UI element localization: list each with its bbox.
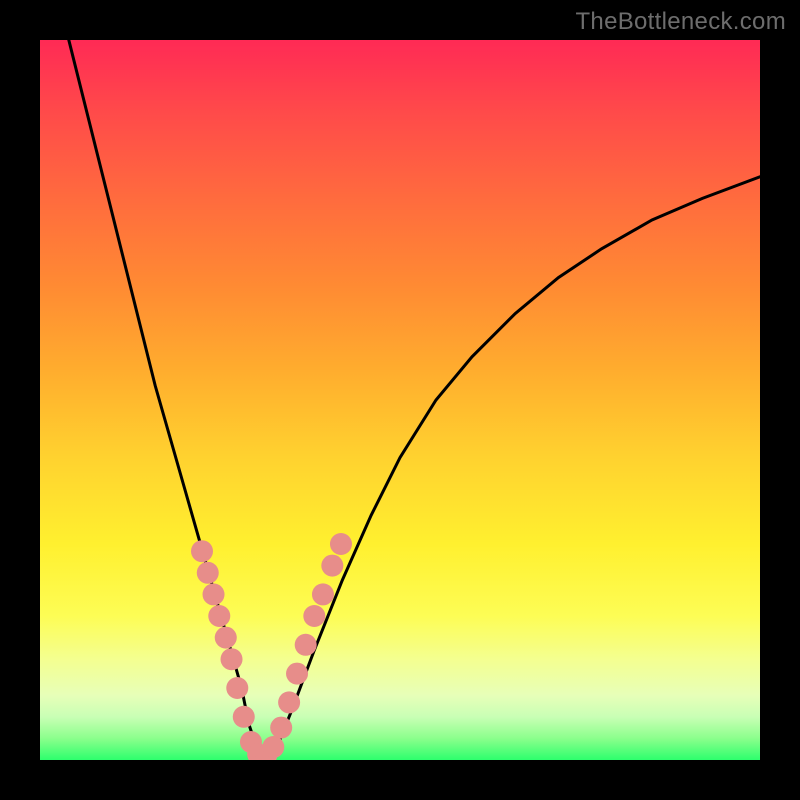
plot-area — [40, 40, 760, 760]
marker-point — [203, 583, 225, 605]
marker-point — [286, 663, 308, 685]
bottleneck-curve — [69, 40, 760, 756]
marker-point — [233, 706, 255, 728]
marker-point — [330, 533, 352, 555]
marker-point — [303, 605, 325, 627]
marker-point — [321, 555, 343, 577]
marker-point — [221, 648, 243, 670]
marker-point — [278, 691, 300, 713]
marker-point — [208, 605, 230, 627]
marker-point — [191, 540, 213, 562]
marker-point — [226, 677, 248, 699]
watermark-label: TheBottleneck.com — [575, 8, 786, 36]
marker-point — [270, 717, 292, 739]
marker-point — [215, 627, 237, 649]
marker-point — [197, 562, 219, 584]
marker-point — [295, 634, 317, 656]
marker-point — [262, 736, 284, 758]
marker-point — [312, 583, 334, 605]
chart-svg — [40, 40, 760, 760]
